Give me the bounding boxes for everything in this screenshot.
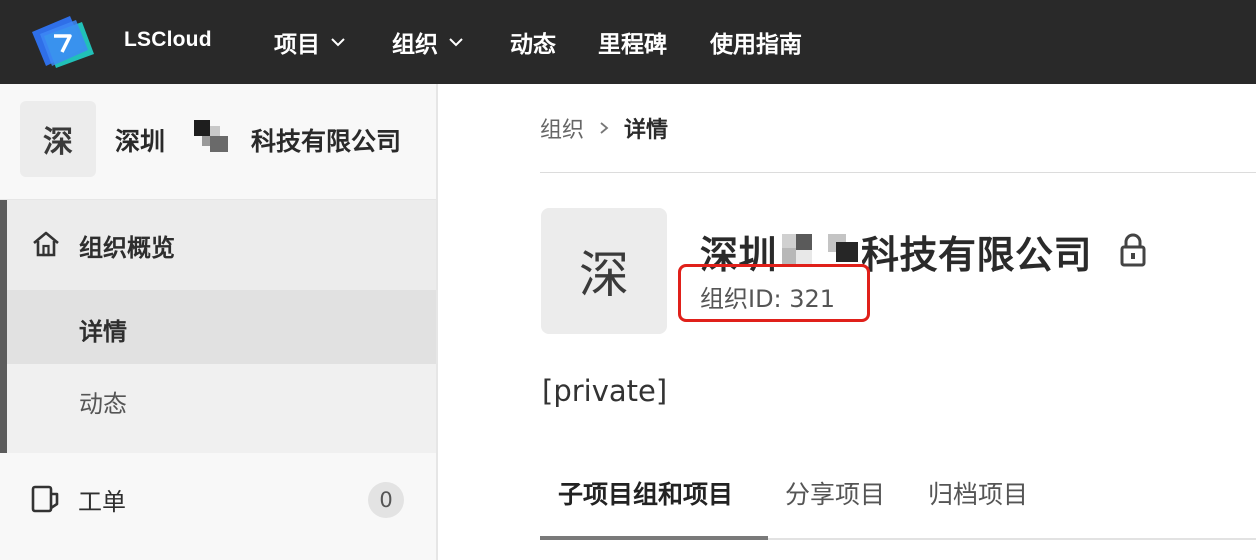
org-avatar-large: 深 bbox=[541, 208, 667, 334]
tab-subgroups-and-projects-label: 子项目组和项目 bbox=[558, 480, 734, 509]
chevron-down-icon bbox=[449, 38, 463, 47]
breadcrumb-current: 详情 bbox=[624, 118, 669, 143]
sidebar-item-work-orders-label: 工单 bbox=[78, 488, 126, 516]
work-orders-count-badge: 0 bbox=[368, 482, 404, 518]
sidebar-item-overview[interactable]: 组织概览 bbox=[7, 200, 436, 290]
sidebar-item-activity-label: 动态 bbox=[79, 390, 127, 418]
tab-shared-projects-label: 分享项目 bbox=[785, 480, 886, 509]
sidebar: 深 深圳 科技有限公司 组织概览 详情 动态 工单 0 bbox=[0, 84, 438, 560]
sidebar-item-overview-label: 组织概览 bbox=[79, 234, 175, 262]
lscloud-logo[interactable] bbox=[30, 14, 96, 70]
sidebar-item-activity[interactable]: 动态 bbox=[7, 364, 436, 453]
work-order-icon bbox=[31, 485, 59, 513]
chevron-right-icon bbox=[600, 122, 609, 134]
lock-icon bbox=[1120, 233, 1146, 267]
home-icon bbox=[33, 231, 59, 257]
tab-shared-projects[interactable]: 分享项目 bbox=[772, 460, 906, 540]
annotation-highlight-box bbox=[678, 264, 870, 322]
nav-activity-label: 动态 bbox=[510, 32, 556, 58]
org-name-prefix: 深圳 bbox=[115, 127, 166, 156]
nav-organizations[interactable]: 组织 bbox=[392, 24, 464, 60]
org-avatar: 深 bbox=[20, 101, 96, 177]
tab-subgroups-and-projects[interactable]: 子项目组和项目 bbox=[540, 460, 768, 540]
breadcrumb: 组织 详情 bbox=[540, 112, 668, 144]
nav-milestones[interactable]: 里程碑 bbox=[598, 24, 667, 60]
org-title-suffix: 科技有限公司 bbox=[861, 233, 1093, 277]
sidebar-item-work-orders[interactable]: 工单 0 bbox=[0, 454, 436, 544]
nav-activity[interactable]: 动态 bbox=[510, 24, 556, 60]
nav-organizations-label: 组织 bbox=[392, 32, 438, 58]
org-name-suffix: 科技有限公司 bbox=[251, 127, 402, 156]
nav-guide[interactable]: 使用指南 bbox=[710, 24, 802, 60]
tab-archived-projects[interactable]: 归档项目 bbox=[914, 460, 1054, 540]
sidebar-org-header[interactable]: 深 深圳 科技有限公司 bbox=[0, 84, 436, 200]
nav-milestones-label: 里程碑 bbox=[598, 32, 667, 58]
sidebar-item-details-label: 详情 bbox=[79, 318, 127, 346]
tab-archived-projects-label: 归档项目 bbox=[928, 480, 1029, 509]
header-divider bbox=[540, 172, 1256, 173]
org-visibility: [private] bbox=[542, 374, 668, 408]
nav-projects-label: 项目 bbox=[274, 32, 320, 58]
brand-name[interactable]: LSCloud bbox=[124, 28, 212, 52]
nav-projects[interactable]: 项目 bbox=[274, 24, 346, 60]
sidebar-item-details[interactable]: 详情 bbox=[7, 290, 436, 364]
nav-guide-label: 使用指南 bbox=[710, 32, 802, 58]
redaction-mosaic bbox=[172, 118, 238, 156]
active-tab-indicator bbox=[540, 536, 768, 540]
breadcrumb-organizations[interactable]: 组织 bbox=[540, 112, 584, 144]
sidebar-group-overview: 组织概览 详情 动态 bbox=[0, 200, 436, 453]
top-navbar: LSCloud 项目 组织 动态 里程碑 使用指南 bbox=[0, 0, 1256, 84]
chevron-down-icon bbox=[331, 38, 345, 47]
org-name: 深圳 科技有限公司 bbox=[115, 122, 401, 158]
project-tabs: 子项目组和项目 分享项目 归档项目 bbox=[540, 460, 1256, 540]
